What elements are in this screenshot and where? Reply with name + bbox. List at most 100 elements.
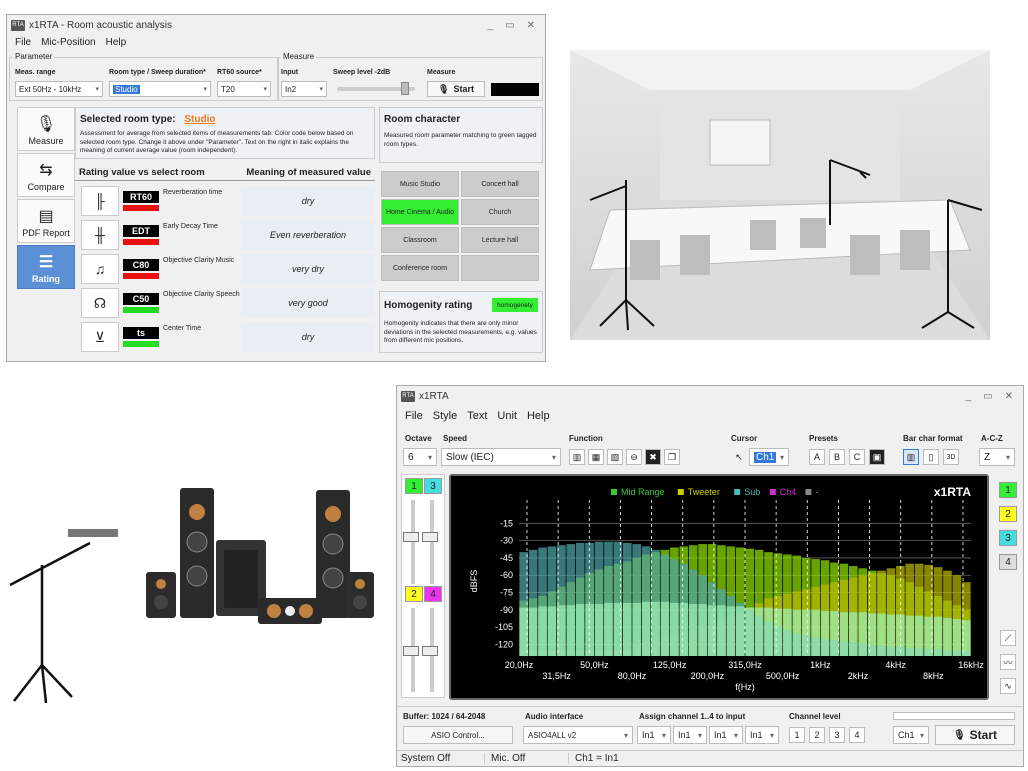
cursor-pointer-icon[interactable]: ↖ (731, 449, 747, 465)
menu-text[interactable]: Text (467, 410, 487, 422)
rta-chart-frame: x1RTA Mid Range Tweeter Sub Ch4 - -15 -30 -45 -60… (449, 474, 989, 700)
minimize-icon[interactable]: _ (488, 20, 494, 31)
function-average-icon[interactable]: ▧ (607, 449, 623, 465)
metric-name: ts (123, 327, 159, 339)
audio-interface-select[interactable]: ASIO4ALL v2 ▾ (523, 726, 633, 744)
channel-1-button[interactable]: 1 (405, 478, 423, 494)
menu-help[interactable]: Help (527, 410, 550, 422)
room-cell-classroom[interactable]: Classroom (381, 227, 459, 253)
menu-help[interactable]: Help (106, 37, 127, 48)
tab-measure-label: Measure (28, 136, 64, 146)
channel-3-button[interactable]: 3 (424, 478, 442, 494)
rating-header: Rating value vs select room (79, 167, 205, 178)
menu-style[interactable]: Style (433, 410, 457, 422)
cursor-select[interactable]: Ch1 ▾ (749, 448, 789, 466)
asio-control-button[interactable]: ASIO Control... (403, 726, 513, 744)
fader-thumb[interactable] (403, 646, 419, 656)
function-minus-icon[interactable]: ⊖ (626, 449, 642, 465)
rta-start-button[interactable]: 🎙 Start (935, 725, 1015, 745)
room-cell-conference-room[interactable]: Conference room (381, 255, 459, 281)
right-channel-3-button[interactable]: 3 (999, 530, 1017, 546)
function-bars-icon[interactable]: ▥ (569, 449, 585, 465)
fader-thumb[interactable] (422, 646, 438, 656)
close-icon[interactable]: ✕ (527, 20, 535, 31)
room-cell-church[interactable]: Church (461, 199, 539, 225)
input-select[interactable]: In2 ▾ (281, 81, 327, 97)
measure-start-button[interactable]: 🎙 Start (427, 81, 485, 97)
menu-unit[interactable]: Unit (497, 410, 517, 422)
bar-format-filled-icon[interactable]: ▥ (903, 449, 919, 465)
level-ch1-button[interactable]: 1 (789, 727, 805, 743)
function-copy-icon[interactable]: ❐ (664, 449, 680, 465)
tab-rating[interactable]: ☰ Rating (17, 245, 75, 289)
slider-thumb[interactable] (401, 82, 409, 95)
document-icon: ▤ (38, 208, 54, 225)
room-cell-music-studio[interactable]: Music Studio (381, 171, 459, 197)
metric-meaning: very good (241, 288, 375, 318)
spectrum-bar (783, 608, 792, 656)
fader-thumb[interactable] (403, 532, 419, 542)
right-channel-1-button[interactable]: 1 (999, 482, 1017, 498)
channel-2-button[interactable]: 2 (405, 586, 423, 602)
level-ch3-button[interactable]: 3 (829, 727, 845, 743)
homogeneity-title: Homogenity rating (384, 300, 473, 311)
metric-color-bar (123, 341, 159, 347)
spectrum-bar (792, 609, 802, 656)
fader-track[interactable] (411, 500, 415, 584)
metric-color-bar (123, 205, 159, 211)
tab-compare[interactable]: ⇆ Compare (17, 153, 75, 197)
sweep-level-slider[interactable] (337, 82, 415, 95)
level-ch4-button[interactable]: 4 (849, 727, 865, 743)
menu-file[interactable]: File (405, 410, 423, 422)
speed-select[interactable]: Slow (IEC) ▾ (441, 448, 561, 466)
room-cell-home-cinema[interactable]: Home Cinema / Audio (381, 199, 459, 225)
level-indicator (491, 83, 539, 96)
rating-table-header: Rating value vs select room Meaning of m… (75, 167, 375, 181)
output-channel-select[interactable]: Ch1 ▾ (893, 726, 929, 744)
right-channel-4-button[interactable]: 4 (999, 554, 1017, 570)
room-cell-concert-hall[interactable]: Concert hall (461, 171, 539, 197)
chevron-down-icon: ▾ (623, 730, 628, 740)
tab-rating-label: Rating (32, 274, 60, 284)
octave-select[interactable]: 6 ▾ (403, 448, 437, 466)
minimize-icon[interactable]: _ (966, 391, 972, 402)
preset-a-button[interactable]: A (809, 449, 825, 465)
view-waveform-icon[interactable]: 〰 (1000, 654, 1016, 670)
compare-icon: ⇆ (39, 162, 53, 179)
bar-format-outline-icon[interactable]: ▯ (923, 449, 939, 465)
preset-save-icon[interactable]: ▣ (869, 449, 885, 465)
bar-format-3d-icon[interactable]: 3D (943, 449, 959, 465)
legend-swatch (805, 489, 812, 495)
right-channel-2-button[interactable]: 2 (999, 506, 1017, 522)
acz-select[interactable]: Z ▾ (979, 448, 1015, 466)
maximize-icon[interactable]: ▭ (983, 391, 992, 402)
tab-measure[interactable]: 🎙 Measure (17, 107, 75, 151)
function-peak-icon[interactable]: ▦ (588, 449, 604, 465)
assign-ch2-select[interactable]: In1 ▾ (673, 726, 707, 744)
view-line-icon[interactable]: ⟋ (1000, 630, 1016, 646)
view-sine-icon[interactable]: ∿ (1000, 678, 1016, 694)
maximize-icon[interactable]: ▭ (505, 20, 514, 31)
preset-b-button[interactable]: B (829, 449, 845, 465)
menu-mic-position[interactable]: Mic-Position (41, 37, 95, 48)
fader-thumb[interactable] (422, 532, 438, 542)
function-clear-icon[interactable]: ✖ (645, 449, 661, 465)
tab-pdf-report[interactable]: ▤ PDF Report (17, 199, 75, 243)
assign-ch1-select[interactable]: In1 ▾ (637, 726, 671, 744)
meas-range-select[interactable]: Ext 50Hz - 10kHz ▾ (15, 81, 103, 97)
rt60-source-select[interactable]: T20 ▾ (217, 81, 271, 97)
menu-file[interactable]: File (15, 37, 31, 48)
acoustic-window: RTA x1RTA - Room acoustic analysis _ ▭ ✕ F… (6, 14, 546, 362)
fader-track[interactable] (430, 500, 434, 584)
app-logo-icon: RTA (11, 19, 25, 31)
room-type-select[interactable]: Studio ▾ (109, 81, 211, 97)
close-icon[interactable]: ✕ (1005, 391, 1013, 402)
preset-c-button[interactable]: C (849, 449, 865, 465)
chevron-down-icon: ▾ (319, 86, 323, 93)
channel-4-button[interactable]: 4 (424, 586, 442, 602)
parameter-group-label: Parameter (13, 52, 55, 61)
level-ch2-button[interactable]: 2 (809, 727, 825, 743)
assign-ch4-select[interactable]: In1 ▾ (745, 726, 779, 744)
room-cell-lecture-hall[interactable]: Lecture hall (461, 227, 539, 253)
assign-ch3-select[interactable]: In1 ▾ (709, 726, 743, 744)
